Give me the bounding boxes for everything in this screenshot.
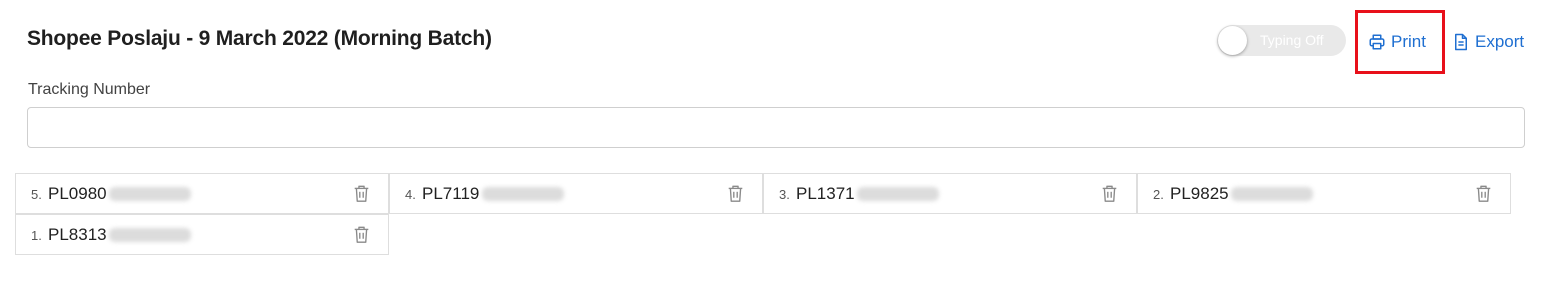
export-button[interactable]: Export [1453,32,1524,52]
toggle-label: Typing Off [1260,32,1324,48]
trash-icon[interactable] [1475,184,1492,208]
tracking-number-label: Tracking Number [28,81,151,98]
trash-icon[interactable] [727,184,744,208]
export-label: Export [1475,32,1525,51]
entry-index: 5. [31,187,42,202]
redacted-blur [482,187,564,201]
entry-tracking-number: PL1371 [796,184,855,203]
trash-icon[interactable] [353,184,370,208]
redacted-blur [857,187,939,201]
document-icon [1453,33,1469,51]
entry-index: 2. [1153,187,1164,202]
trash-icon[interactable] [1101,184,1118,208]
entry-tracking-number: PL0980 [48,184,107,203]
print-highlight-box [1355,10,1445,74]
tracking-entry: 2. PL9825 [1137,173,1511,214]
page-title: Shopee Poslaju - 9 March 2022 (Morning B… [27,27,492,50]
entry-index: 1. [31,228,42,243]
entry-tracking-number: PL9825 [1170,184,1229,203]
typing-toggle[interactable]: Typing Off [1217,25,1346,56]
trash-icon[interactable] [353,225,370,249]
tracking-entry: 5. PL0980 [15,173,389,214]
entry-index: 3. [779,187,790,202]
entry-index: 4. [405,187,416,202]
toggle-knob[interactable] [1218,26,1247,55]
tracking-entry: 4. PL7119 [389,173,763,214]
redacted-blur [109,187,191,201]
redacted-blur [1231,187,1313,201]
entry-tracking-number: PL7119 [422,184,480,203]
redacted-blur [109,228,191,242]
entry-tracking-number: PL8313 [48,225,107,244]
tracking-entry: 1. PL8313 [15,214,389,255]
tracking-entry: 3. PL1371 [763,173,1137,214]
tracking-number-input[interactable] [27,107,1525,148]
